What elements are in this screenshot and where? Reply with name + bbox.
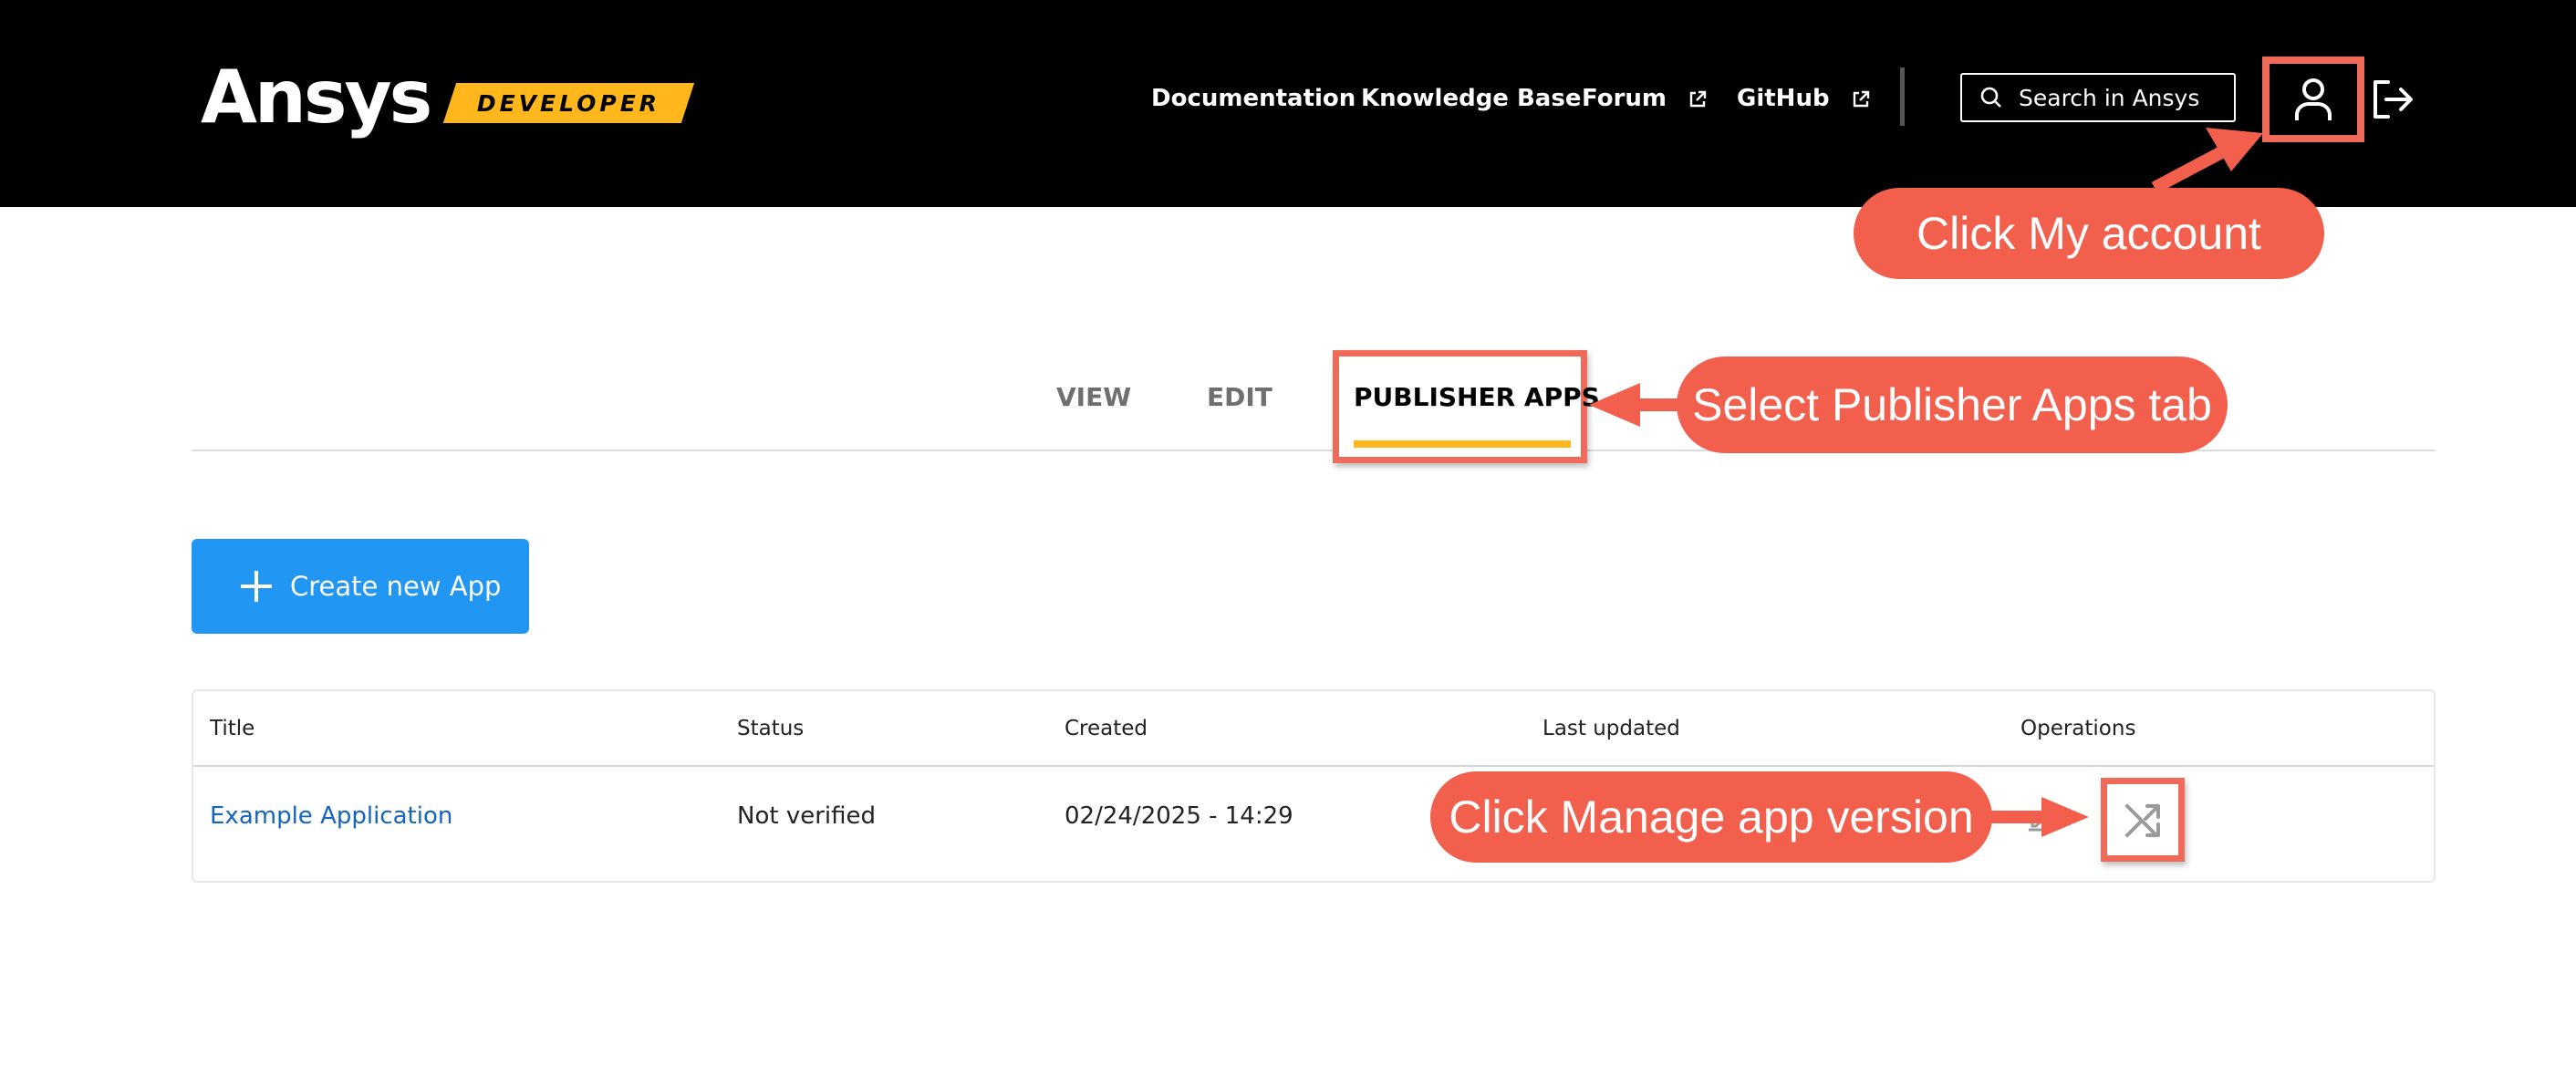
- nav-knowledge-base[interactable]: Knowledge Base: [1361, 78, 1581, 119]
- nav-github-label: GitHub: [1737, 85, 1830, 112]
- plus-icon: [241, 571, 272, 602]
- column-header-title: Title: [210, 717, 255, 740]
- create-new-app-label: Create new App: [290, 571, 502, 602]
- external-link-icon: [1853, 90, 1869, 107]
- column-header-operations: Operations: [2020, 717, 2136, 740]
- app-title-link[interactable]: Example Application: [210, 802, 452, 830]
- apps-table: Title Status Created Last updated Operat…: [192, 689, 2436, 883]
- callout-manage-app-version: Click Manage app version: [1430, 771, 1992, 863]
- table-header-divider: [193, 765, 2434, 767]
- nav-forum-label: Forum: [1582, 85, 1667, 112]
- tab-publisher-apps[interactable]: PUBLISHER APPS: [1354, 378, 1600, 418]
- developer-badge-label: DEVELOPER: [477, 89, 661, 117]
- edit-icon[interactable]: [2025, 801, 2058, 833]
- top-header: Ansys DEVELOPER Documentation Knowledge …: [0, 0, 2576, 207]
- search-icon: [1980, 87, 2001, 108]
- external-link-icon: [1689, 90, 1707, 107]
- my-account-button[interactable]: [2262, 57, 2364, 142]
- search-input[interactable]: Search in Ansys: [1960, 73, 2236, 122]
- ansys-developer-logo[interactable]: Ansys DEVELOPER: [201, 55, 695, 140]
- column-header-status: Status: [737, 717, 805, 740]
- nav-documentation[interactable]: Documentation: [1151, 78, 1356, 119]
- nav-forum[interactable]: Forum: [1582, 78, 1708, 119]
- logo-wordmark: Ansys: [201, 55, 432, 140]
- search-placeholder: Search in Ansys: [2019, 84, 2200, 111]
- tab-view[interactable]: VIEW: [1056, 378, 1131, 418]
- callout-my-account: Click My account: [1854, 188, 2324, 279]
- app-status: Not verified: [737, 802, 876, 830]
- create-new-app-button[interactable]: Create new App: [192, 539, 529, 634]
- manage-app-version-button[interactable]: [2101, 778, 2185, 862]
- developer-badge: DEVELOPER: [443, 83, 695, 123]
- app-created: 02/24/2025 - 14:29: [1065, 802, 1293, 830]
- active-tab-indicator: [1354, 440, 1571, 448]
- nav-divider: [1900, 67, 1905, 126]
- user-icon: [2295, 78, 2332, 120]
- arrow-to-tab: [1589, 383, 1680, 427]
- callout-publisher-apps-tab: Select Publisher Apps tab: [1677, 357, 2228, 453]
- shuffle-icon: [2125, 804, 2160, 837]
- column-header-created: Created: [1065, 717, 1148, 740]
- nav-github[interactable]: GitHub: [1737, 78, 1871, 119]
- tab-edit[interactable]: EDIT: [1207, 378, 1272, 418]
- column-header-last-updated: Last updated: [1542, 717, 1680, 740]
- logout-icon[interactable]: [2370, 78, 2414, 120]
